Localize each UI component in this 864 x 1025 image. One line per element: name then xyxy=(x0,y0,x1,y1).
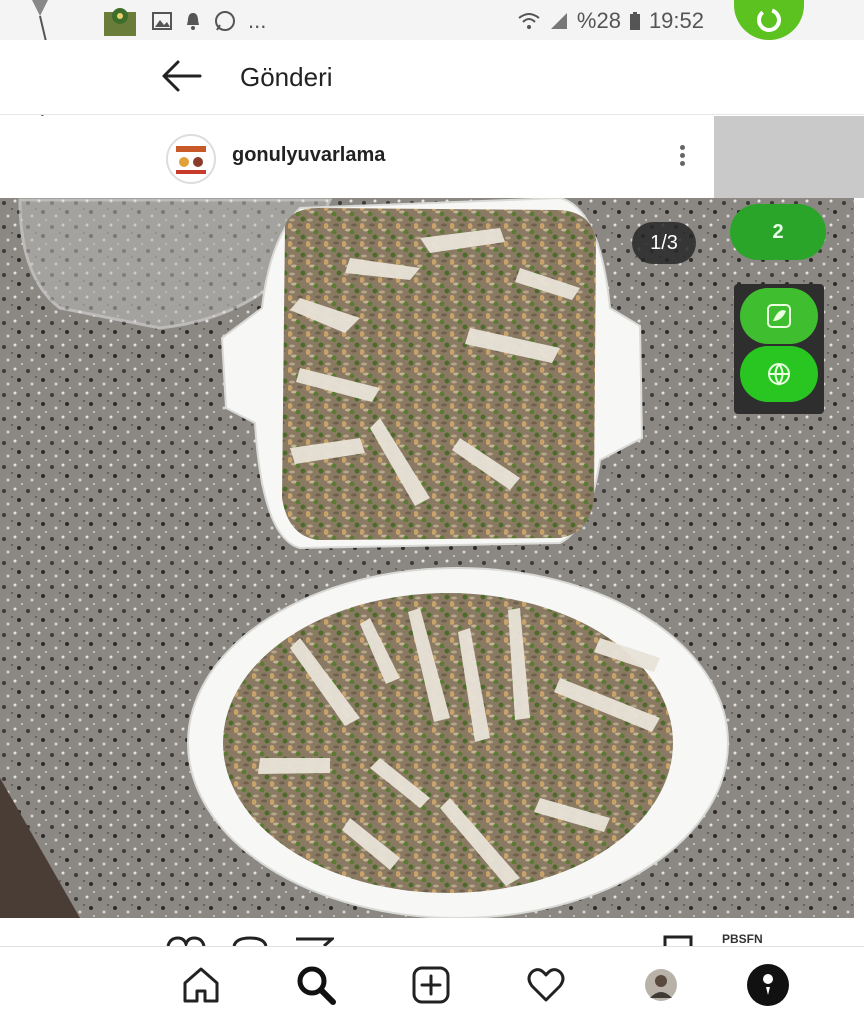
clock: 19:52 xyxy=(648,8,704,33)
status-more: ... xyxy=(248,8,267,33)
avatar-logo-icon xyxy=(176,146,206,174)
image-counter: 1/3 xyxy=(632,222,696,264)
status-left: ... xyxy=(100,4,266,38)
status-bar: ... %28 19:52 xyxy=(0,0,864,200)
profile-avatar xyxy=(645,969,677,1001)
user-avatar[interactable] xyxy=(166,134,216,184)
post-image[interactable] xyxy=(0,198,854,918)
app-bar: Gönderi xyxy=(0,40,864,115)
bookmark-icon[interactable] xyxy=(662,934,694,946)
nav-add-post[interactable] xyxy=(409,963,453,1007)
more-dot xyxy=(679,145,685,150)
post-username[interactable]: gonulyuvarlama xyxy=(232,144,385,167)
gallery-icon xyxy=(152,12,172,30)
more-dot xyxy=(679,161,685,166)
floating-app-badge[interactable] xyxy=(734,0,804,40)
overlay-pill-label: 2 xyxy=(772,220,784,243)
floating-overlay-pill[interactable]: 2 xyxy=(730,204,826,260)
post-header: gonulyuvarlama xyxy=(0,116,714,198)
share-icon[interactable] xyxy=(294,936,334,946)
nav-home[interactable] xyxy=(179,963,223,1007)
green-app-icon xyxy=(757,8,781,32)
heart-icon xyxy=(527,968,565,1002)
like-icon[interactable] xyxy=(166,936,206,946)
battery-percent: %28 xyxy=(576,8,621,33)
more-options-button[interactable] xyxy=(676,142,688,172)
partial-label: PBSFN xyxy=(722,932,763,946)
wifi-icon xyxy=(518,13,540,29)
whatsapp-icon xyxy=(215,11,235,31)
notification-bell-icon xyxy=(187,13,199,30)
overlay-leaf-icon xyxy=(767,304,791,328)
status-right: %28 19:52 xyxy=(517,8,704,34)
search-icon xyxy=(297,966,336,1005)
overlay-button-2[interactable] xyxy=(740,346,818,402)
side-gray-panel xyxy=(714,116,864,198)
overlay-globe-icon xyxy=(768,363,790,386)
nav-account[interactable] xyxy=(746,963,790,1007)
post-action-row: PBSFN xyxy=(0,918,864,946)
home-icon xyxy=(183,967,219,1003)
nav-activity[interactable] xyxy=(524,963,568,1007)
overlay-button-1[interactable] xyxy=(740,288,818,344)
page-title: Gönderi xyxy=(240,62,333,92)
more-dot xyxy=(679,153,685,158)
nav-profile[interactable] xyxy=(639,963,683,1007)
account-icon xyxy=(747,964,789,1006)
comment-icon[interactable] xyxy=(230,936,270,946)
signal-icon xyxy=(550,13,567,29)
app-emblem-icon xyxy=(104,8,136,36)
back-arrow-icon xyxy=(162,60,202,92)
add-post-icon xyxy=(412,966,450,1004)
food-photo xyxy=(0,198,854,918)
bottom-navigation xyxy=(0,946,864,1025)
back-button[interactable] xyxy=(160,58,204,94)
floating-overlay-panel xyxy=(734,284,824,414)
nav-search[interactable] xyxy=(294,963,338,1007)
battery-icon xyxy=(629,12,640,30)
